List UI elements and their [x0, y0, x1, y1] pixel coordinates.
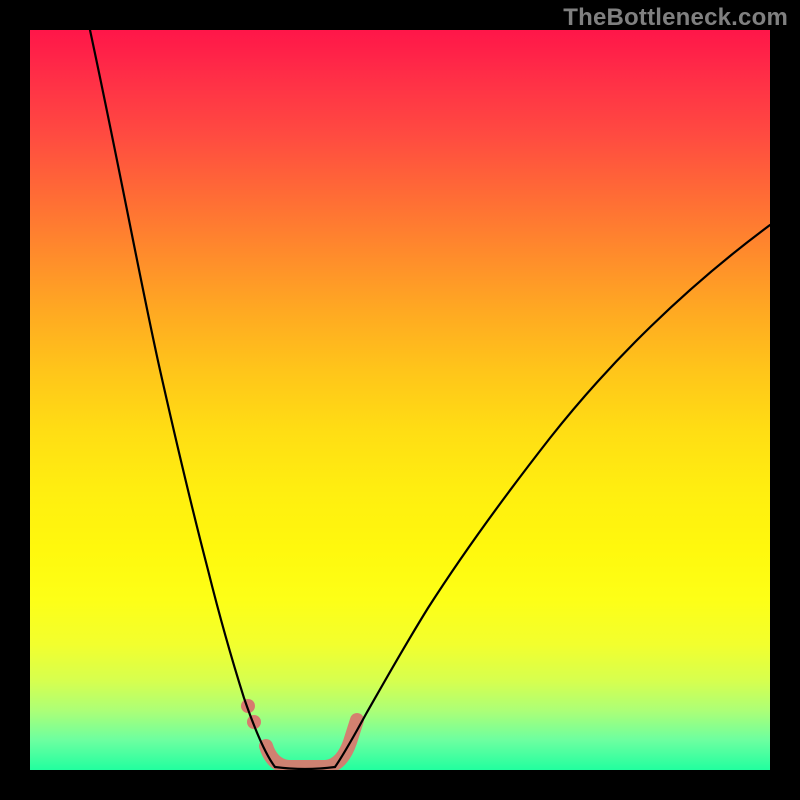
- watermark-text: TheBottleneck.com: [563, 4, 788, 32]
- chart-frame: TheBottleneck.com: [0, 0, 800, 800]
- plot-area: [30, 30, 770, 770]
- curve-left: [90, 30, 275, 767]
- chart-svg: [30, 30, 770, 770]
- highlight-path: [266, 720, 357, 767]
- curve-right: [335, 225, 770, 767]
